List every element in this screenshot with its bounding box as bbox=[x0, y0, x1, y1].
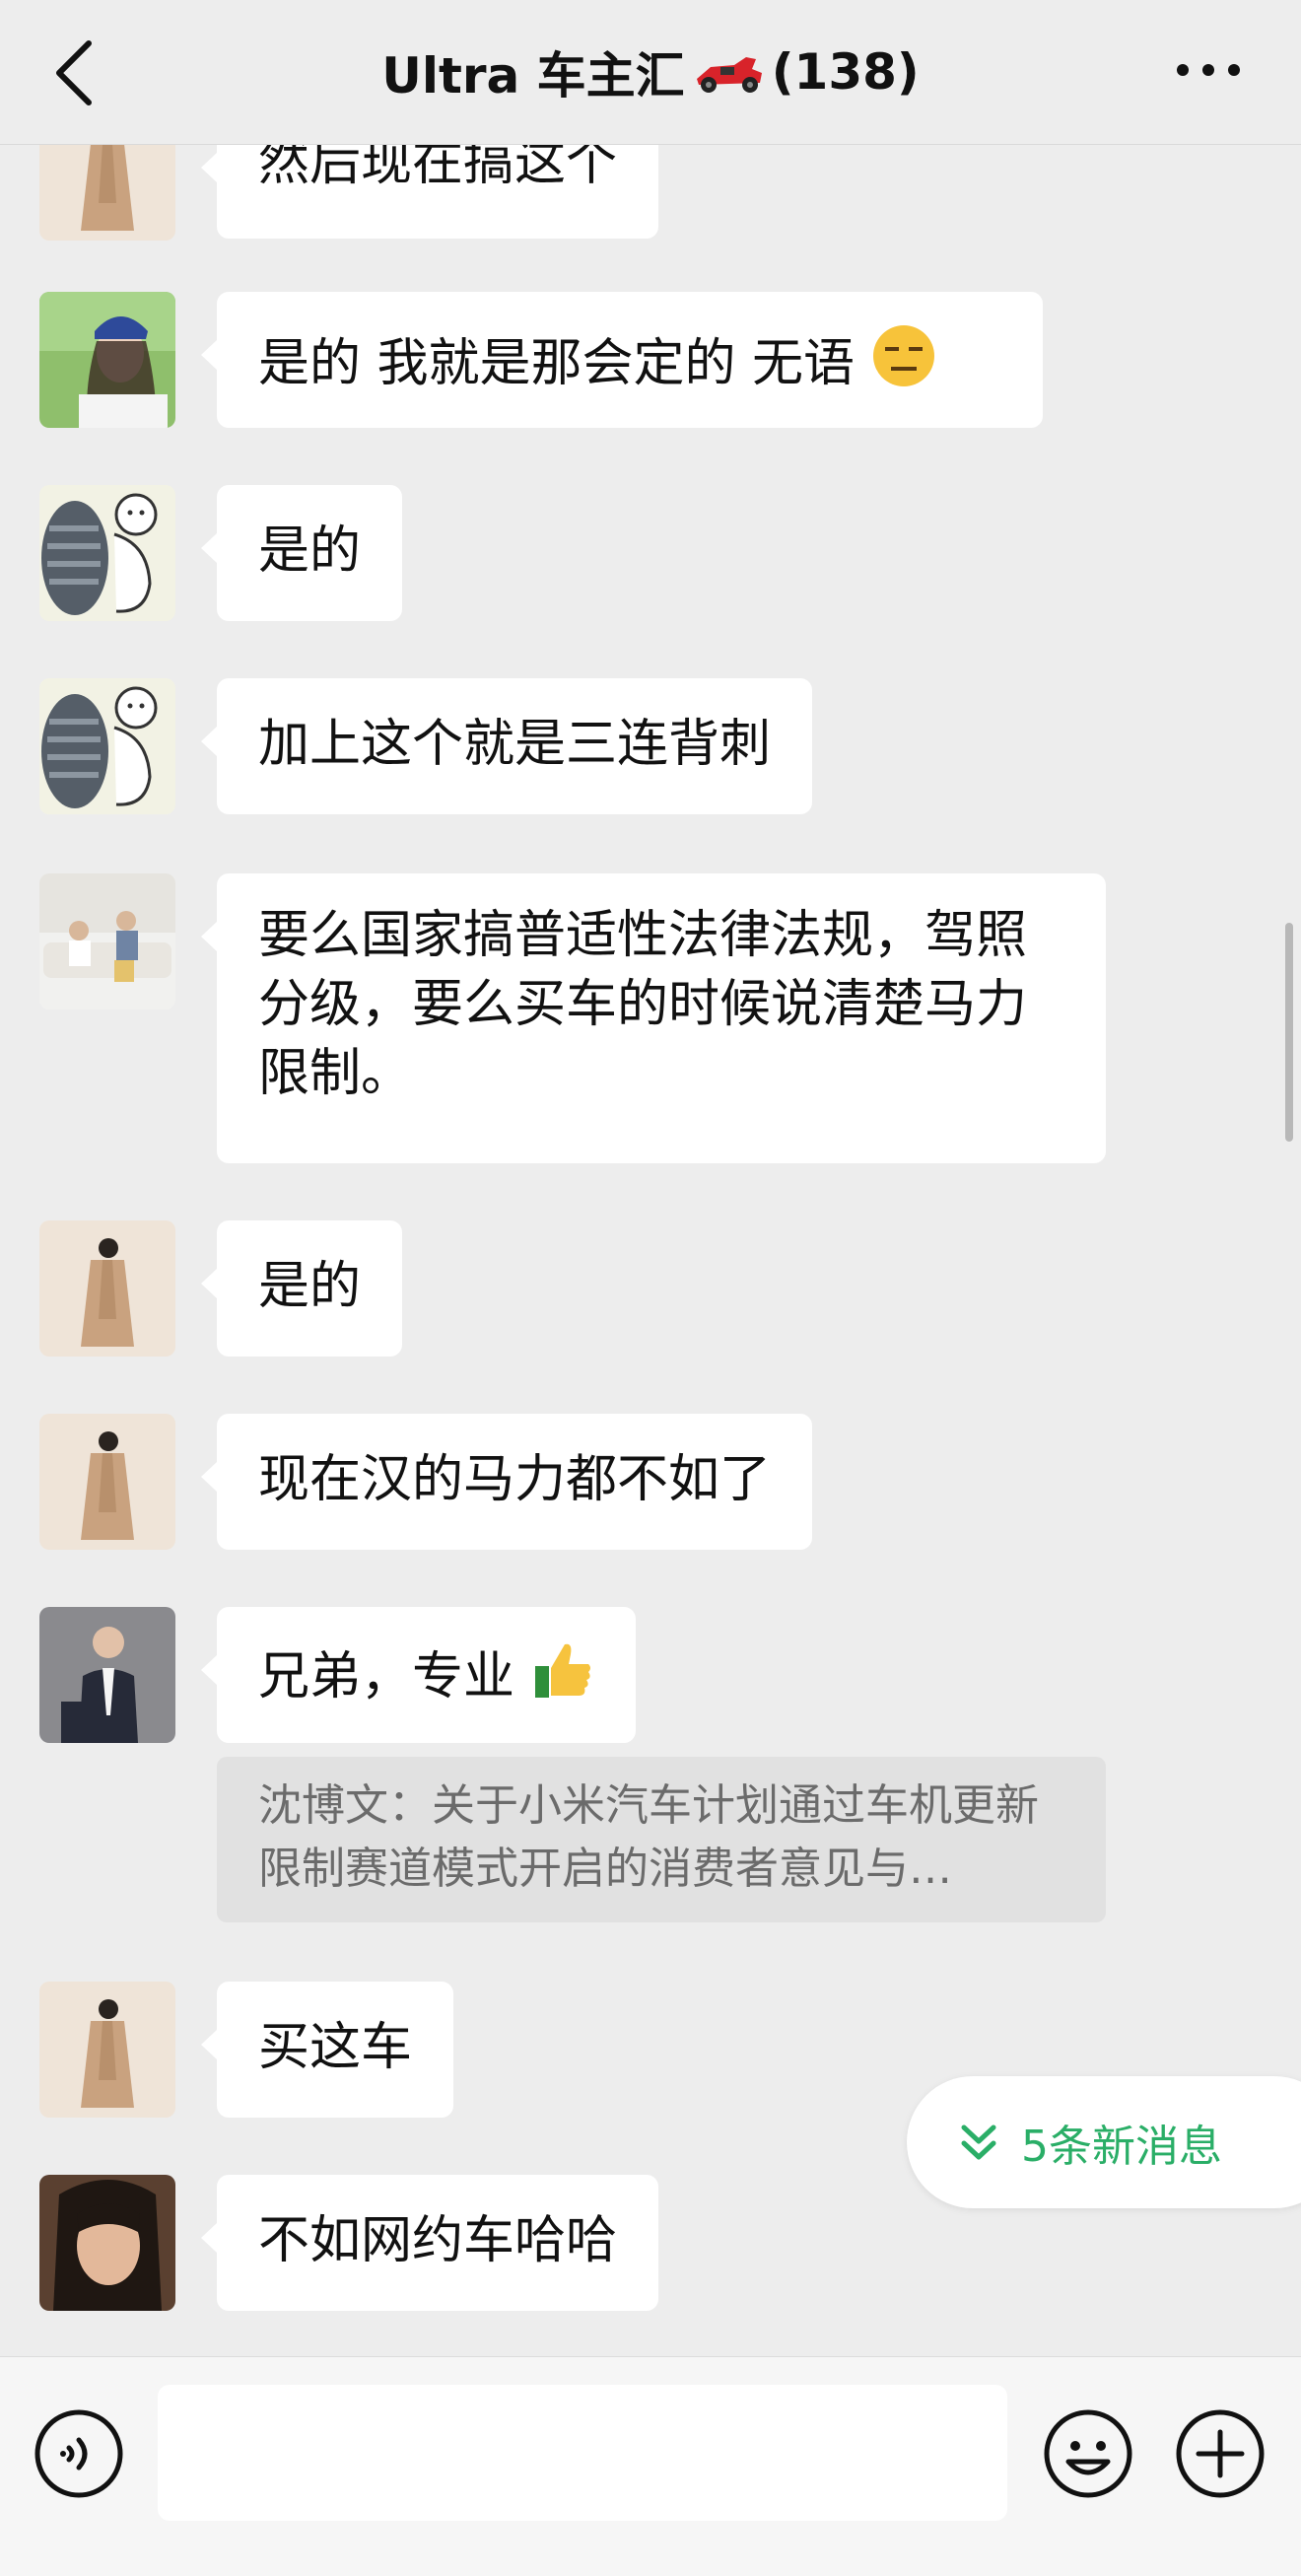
plus-icon[interactable] bbox=[1175, 2408, 1266, 2499]
message-text: 买这车 bbox=[258, 2018, 413, 2077]
coat-figure-avatar-image bbox=[39, 144, 175, 241]
message-text: 然后现在搞这个 bbox=[258, 144, 618, 192]
message-input[interactable] bbox=[158, 2385, 1007, 2521]
message-text: 不如网约车哈哈 bbox=[258, 2211, 618, 2270]
message-bubble[interactable]: 是的 我就是那会定的 无语 bbox=[201, 292, 1043, 428]
coat-figure-avatar-image bbox=[39, 1414, 175, 1550]
cartoon-bear-avatar-image bbox=[39, 485, 175, 621]
message-text: 兄弟，专业 bbox=[258, 1647, 515, 1706]
message-bubble[interactable]: 要么国家搞普适性法律法规，驾照分级，要么买车的时候说清楚马力限制。 bbox=[201, 873, 1106, 1163]
quoted-message[interactable]: 沈博文：关于小米汽车计划通过车机更新限制赛道模式开启的消费者意见与… bbox=[217, 1757, 1106, 1922]
group-name: Ultra 车主汇 bbox=[381, 47, 685, 104]
quoted-text: 沈博文：关于小米汽车计划通过车机更新限制赛道模式开启的消费者意见与… bbox=[258, 1780, 1039, 1894]
race-car-icon bbox=[696, 57, 762, 93]
avatar[interactable] bbox=[39, 144, 175, 241]
chat-header: Ultra 车主汇 (138) bbox=[0, 0, 1301, 145]
message-bubble[interactable]: 现在汉的马力都不如了 bbox=[200, 1414, 813, 1550]
avatar[interactable] bbox=[39, 2175, 175, 2311]
avatar[interactable] bbox=[39, 485, 175, 621]
avatar[interactable] bbox=[39, 678, 175, 814]
thumbs-up-icon bbox=[534, 1643, 590, 1698]
voice-icon[interactable] bbox=[34, 2408, 124, 2499]
message-text: 现在汉的马力都不如了 bbox=[258, 1450, 772, 1509]
coat-figure-avatar-image bbox=[39, 1220, 175, 1357]
message-bubble[interactable]: 买这车 bbox=[200, 1982, 454, 2118]
message-bubble[interactable]: 加上这个就是三连背刺 bbox=[200, 678, 813, 814]
man-suit-avatar-image bbox=[39, 1607, 175, 1743]
emoji-icon[interactable] bbox=[1043, 2408, 1133, 2499]
avatar[interactable] bbox=[39, 873, 175, 1010]
message-text: 是的 bbox=[258, 522, 362, 581]
message-list[interactable]: 然后现在搞这个 是的 我就是那会定的 无语 是的 加上这个就是三连背刺 要么国家… bbox=[0, 144, 1301, 2356]
girl-blue-cap-avatar-image bbox=[39, 292, 175, 428]
message-bubble[interactable]: 是的 bbox=[200, 1220, 403, 1357]
input-bar bbox=[0, 2356, 1301, 2576]
avatar[interactable] bbox=[39, 292, 175, 428]
more-icon[interactable] bbox=[1169, 45, 1248, 95]
message-text: 是的 bbox=[258, 1257, 362, 1316]
message-bubble[interactable]: 然后现在搞这个 bbox=[200, 144, 659, 239]
message-bubble[interactable]: 兄弟，专业 bbox=[201, 1607, 636, 1743]
living-room-photo-avatar-image bbox=[39, 873, 175, 1010]
avatar[interactable] bbox=[39, 1607, 175, 1743]
avatar[interactable] bbox=[39, 1220, 175, 1357]
cartoon-bear-avatar-image bbox=[39, 678, 175, 814]
avatar[interactable] bbox=[39, 1982, 175, 2118]
new-messages-label: 5条新消息 bbox=[1021, 2122, 1222, 2172]
back-icon[interactable] bbox=[45, 35, 104, 110]
chat-title: Ultra 车主汇 (138) bbox=[381, 36, 920, 107]
member-count: (138) bbox=[771, 43, 920, 101]
expressionless-face-icon bbox=[872, 325, 934, 386]
coat-figure-avatar-image bbox=[39, 1982, 175, 2118]
message-bubble[interactable]: 不如网约车哈哈 bbox=[200, 2175, 659, 2311]
message-text: 要么国家搞普适性法律法规，驾照分级，要么买车的时候说清楚马力限制。 bbox=[258, 906, 1028, 1103]
message-text: 是的 我就是那会定的 无语 bbox=[258, 334, 856, 393]
message-text: 加上这个就是三连背刺 bbox=[258, 715, 772, 774]
long-hair-man-avatar-image bbox=[39, 2175, 175, 2311]
scrollbar[interactable] bbox=[1285, 923, 1293, 1142]
message-bubble[interactable]: 是的 bbox=[200, 485, 403, 621]
avatar[interactable] bbox=[39, 1414, 175, 1550]
double-chevron-down-icon bbox=[961, 2124, 996, 2160]
new-messages-button[interactable]: 5条新消息 bbox=[907, 2076, 1301, 2208]
